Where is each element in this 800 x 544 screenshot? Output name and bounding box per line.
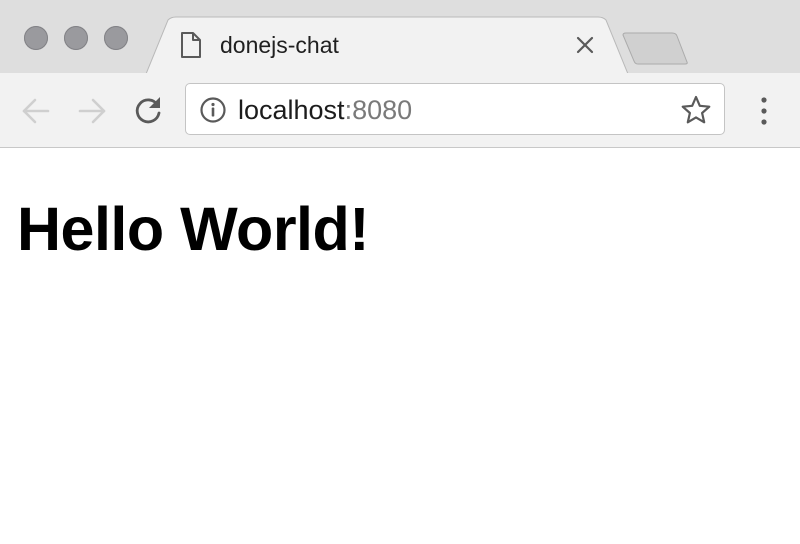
browser-window: donejs-chat localhost:8080 Hello World! <box>0 0 800 544</box>
url-host: localhost <box>238 95 345 125</box>
arrow-left-icon[interactable] <box>18 93 54 129</box>
reload-icon[interactable] <box>130 93 166 129</box>
page-content: Hello World! <box>0 148 800 544</box>
url-text[interactable]: localhost:8080 <box>238 95 412 125</box>
address-bar[interactable]: localhost:8080 <box>185 83 725 135</box>
info-icon[interactable] <box>199 96 227 124</box>
document-icon <box>181 32 201 58</box>
tab-title: donejs-chat <box>220 32 339 58</box>
url-port: :8080 <box>344 95 413 125</box>
vertical-dots-icon[interactable] <box>750 93 778 129</box>
tab-strip: donejs-chat <box>0 0 800 74</box>
page-heading: Hello World! <box>17 195 370 263</box>
star-icon[interactable] <box>680 94 712 126</box>
browser-toolbar: localhost:8080 <box>0 73 800 148</box>
arrow-right-icon[interactable] <box>74 93 110 129</box>
close-icon[interactable] <box>572 32 598 58</box>
new-tab-button[interactable] <box>620 32 690 66</box>
